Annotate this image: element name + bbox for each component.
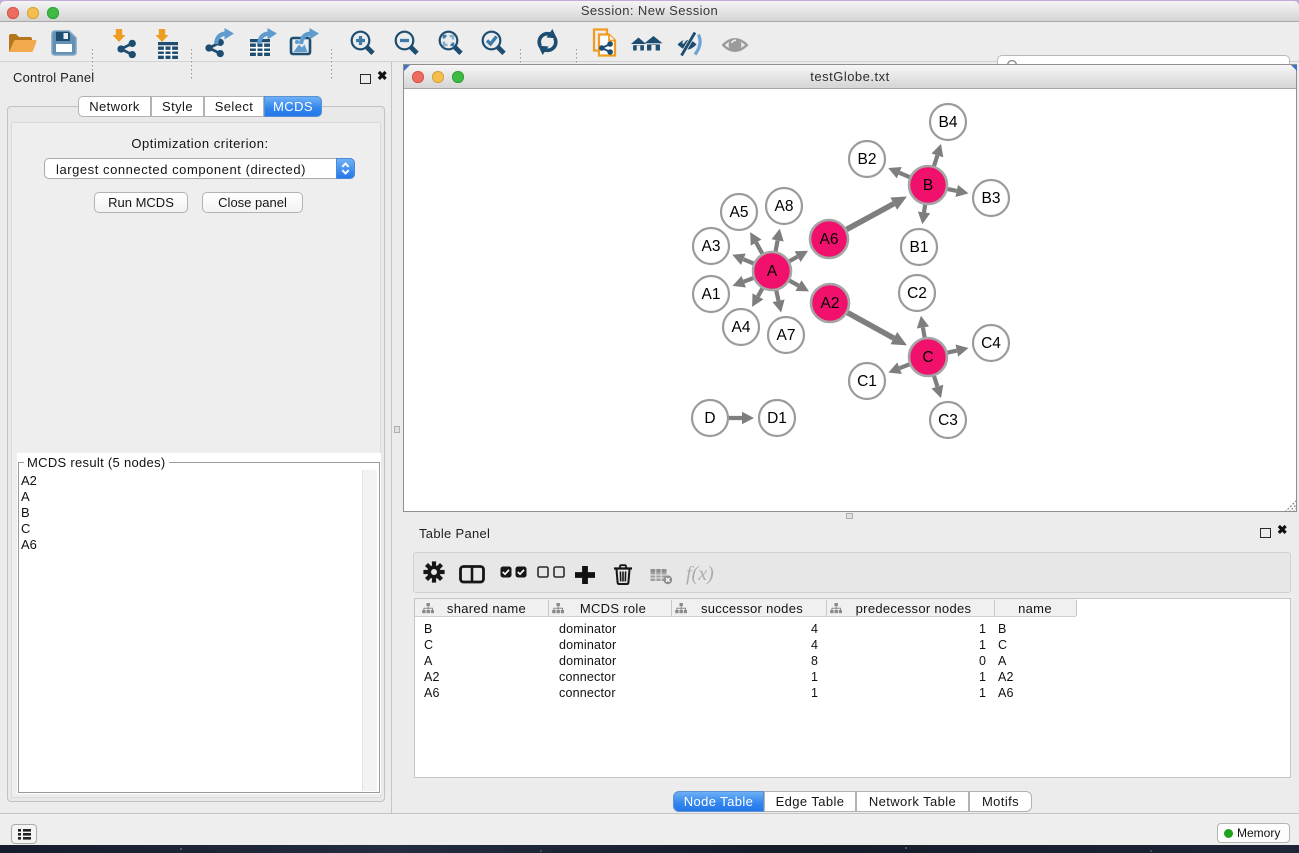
svg-text:B4: B4 [939,114,958,131]
svg-text:C: C [922,349,933,366]
svg-text:B2: B2 [858,151,877,168]
svg-text:B1: B1 [910,239,929,256]
svg-text:A3: A3 [702,238,721,255]
svg-text:A8: A8 [775,198,794,215]
svg-text:C3: C3 [938,412,958,429]
svg-text:A: A [767,263,778,280]
svg-text:A1: A1 [702,286,721,303]
svg-text:D1: D1 [767,410,787,427]
svg-text:C4: C4 [981,335,1001,352]
svg-text:A6: A6 [820,231,839,248]
svg-text:A4: A4 [732,319,751,336]
svg-text:C1: C1 [857,373,877,390]
svg-text:C2: C2 [907,285,927,302]
svg-text:A2: A2 [821,295,840,312]
svg-text:D: D [704,410,715,427]
svg-text:B: B [923,177,933,194]
svg-text:A7: A7 [777,327,796,344]
svg-text:A5: A5 [730,204,749,221]
svg-text:B3: B3 [982,190,1001,207]
